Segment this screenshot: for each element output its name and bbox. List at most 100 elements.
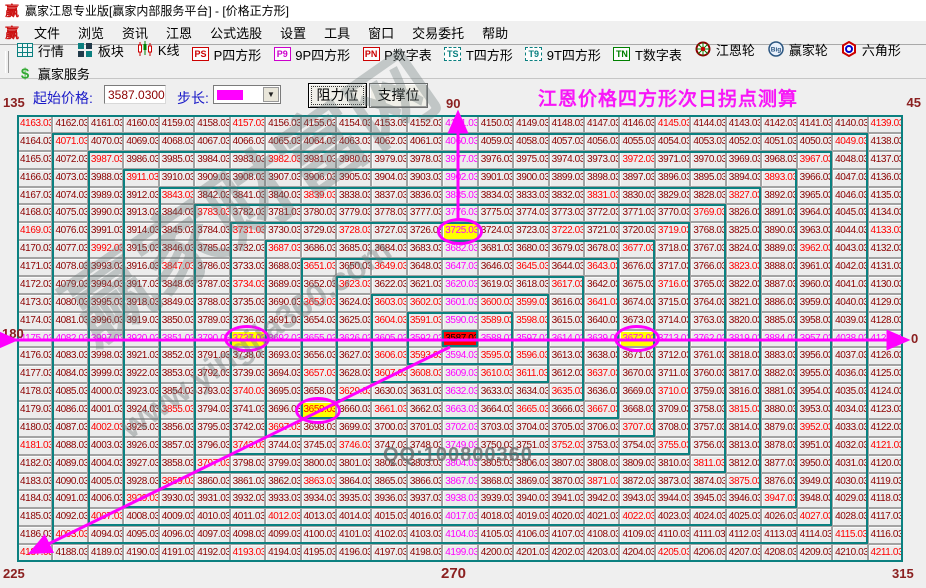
grid-cell: 4006.03	[87, 490, 124, 509]
grid-cell: 3911.03	[123, 168, 159, 187]
grid-cell: 3616.03	[548, 293, 585, 312]
grid-cell: 4038.03	[832, 329, 868, 348]
grid-cell: 3959.03	[796, 293, 833, 312]
grid-cell: 4117.03	[867, 508, 903, 527]
grid-cell: 3901.03	[477, 168, 514, 187]
grid-cell: 4119.03	[867, 472, 903, 491]
grid-cell: 3891.03	[761, 204, 797, 223]
resistance-button[interactable]: 阻力位	[308, 83, 367, 108]
grid-cell: 3749.03	[442, 436, 478, 455]
grid-cell: 4149.03	[513, 115, 549, 133]
grid-cell: 3851.03	[158, 329, 195, 348]
grid-cell: 3619.03	[477, 275, 514, 294]
grid-cell: 4172.03	[17, 275, 53, 294]
grid-cell: 3951.03	[796, 436, 833, 455]
grid-cell: 4169.03	[17, 222, 53, 241]
toolbar-item-label: T四方形	[465, 47, 513, 63]
grid-cell: 3921.03	[123, 347, 159, 366]
grid-cell: 3702.03	[442, 418, 478, 437]
grid-cell: 3663.03	[442, 401, 478, 419]
grid-cell: 3657.03	[300, 365, 336, 384]
grid-cell: 4019.03	[513, 508, 549, 527]
toolbar-item-行情[interactable]: 行情	[16, 41, 64, 60]
grid-cell: 3782.03	[229, 204, 266, 223]
toolbar-item-9P四方形[interactable]: P9 9P四方形	[273, 45, 350, 64]
grid-cell: 3666.03	[548, 401, 585, 419]
grid-cell: 3833.03	[513, 186, 549, 205]
toolbar-item-P四方形[interactable]: PS P四方形	[192, 45, 261, 64]
grid-cell: 3970.03	[690, 150, 726, 169]
grid-cell: 3839.03	[300, 186, 336, 205]
start-price-input[interactable]	[104, 85, 166, 104]
grid-cell: 3885.03	[761, 311, 797, 330]
step-label: 步长:	[177, 90, 209, 106]
step-color-dropdown[interactable]: ▼	[213, 85, 281, 104]
grid-cell: 4204.03	[619, 544, 655, 562]
grid-cell: 4128.03	[867, 311, 903, 330]
toolbar-item-label: 行情	[37, 43, 64, 59]
toolbar-item-P数字表[interactable]: PN P数字表	[362, 45, 432, 64]
grid-cell: 4138.03	[867, 132, 903, 151]
toolbar-item-9T四方形[interactable]: T9 9T四方形	[525, 45, 601, 64]
toolbar-item-K线[interactable]: K线	[136, 40, 180, 59]
grid-cell: 3607.03	[371, 365, 407, 384]
toolbar-item-T四方形[interactable]: TS T四方形	[444, 45, 513, 64]
grid-cell: 4018.03	[477, 508, 514, 527]
grid-cell: 3679.03	[548, 240, 585, 259]
grid-cell: 3884.03	[761, 329, 797, 348]
grid-cell: 3805.03	[477, 454, 514, 473]
toolbar-item-label: K线	[157, 42, 180, 58]
toolbar-item-板块[interactable]: 板块	[76, 41, 124, 60]
grid-cell: 3727.03	[371, 222, 407, 241]
grid-cell: 3878.03	[761, 436, 797, 455]
grid-cell: 4147.03	[584, 115, 620, 133]
dropdown-arrow-icon[interactable]: ▼	[263, 87, 279, 102]
grid-cell: 4059.03	[477, 132, 514, 151]
toolbar-item-label: T数字表	[634, 47, 682, 63]
grid-cell: 3614.03	[548, 329, 585, 348]
grid-cell: 3647.03	[442, 258, 478, 276]
toolbar-item-赢家轮[interactable]: Big 赢家轮	[767, 40, 828, 59]
toolbar-item-label: 六角形	[861, 42, 901, 58]
grid-cell: 4156.03	[265, 115, 301, 133]
grid-cell: 4033.03	[832, 418, 868, 437]
grid-cell: 3728.03	[335, 222, 372, 241]
grid-cell: 3858.03	[158, 454, 195, 473]
toolbar-grip[interactable]	[5, 51, 9, 73]
toolbar-item-label: 9P四方形	[295, 47, 351, 63]
grid-cell: 4073.03	[52, 168, 88, 187]
grid-cell: 4084.03	[52, 365, 88, 384]
grid-cell: 4041.03	[832, 275, 868, 294]
grid-cell: 3603.03	[371, 293, 407, 312]
toolbar-item-江恩轮[interactable]: 江恩轮	[694, 40, 755, 59]
grid-cell: 4004.03	[87, 454, 124, 473]
grid-cell: 3783.03	[194, 204, 230, 223]
grid-cell: 4197.03	[371, 544, 407, 562]
grid-cell: 3965.03	[796, 186, 833, 205]
grid-cell: 3792.03	[194, 365, 230, 384]
grid-cell: 3849.03	[158, 293, 195, 312]
grid-cell: 3644.03	[548, 258, 585, 276]
grid-cell: 3660.03	[335, 401, 372, 419]
grid-cell: 4058.03	[513, 132, 549, 151]
grid-cell: 3631.03	[406, 383, 443, 402]
grid-cell: 4052.03	[725, 132, 762, 151]
grid-cell: 4016.03	[406, 508, 443, 527]
grid-cell: 4023.03	[654, 508, 691, 527]
toolbar-item-六角形[interactable]: 六角形	[840, 40, 901, 59]
angle-label-315: 315	[892, 566, 914, 581]
grid-cell: 3737.03	[229, 329, 266, 348]
grid-cell: 3908.03	[229, 168, 266, 187]
grid-cell: 3811.03	[690, 454, 726, 473]
grid-cell: 3943.03	[619, 490, 655, 509]
support-button[interactable]: 支撑位	[369, 83, 428, 108]
grid-cell: 3791.03	[194, 347, 230, 366]
grid-cell: 3797.03	[194, 454, 230, 473]
grid-cell: 3803.03	[406, 454, 443, 473]
grid-cell: 3764.03	[690, 293, 726, 312]
grid-cell: 4182.03	[17, 454, 53, 473]
grid-cell: 4185.03	[17, 508, 53, 527]
grid-cell: 3952.03	[796, 418, 833, 437]
toolbar-item-T数字表[interactable]: TN T数字表	[613, 45, 682, 64]
grid-cell: 3808.03	[584, 454, 620, 473]
